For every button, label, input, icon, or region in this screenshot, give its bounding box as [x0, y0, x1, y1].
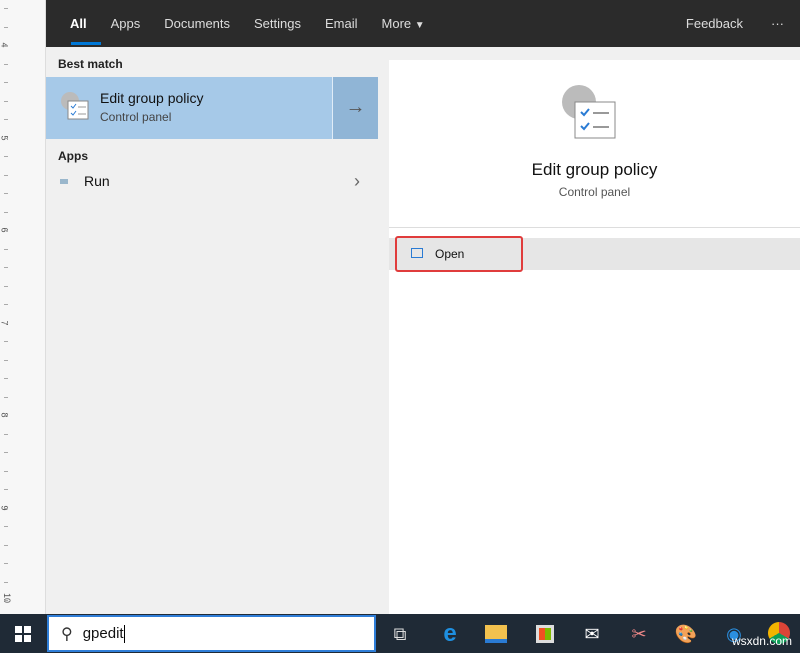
ruler-tick	[4, 397, 8, 398]
group-policy-large-icon	[559, 82, 619, 147]
task-view-icon[interactable]: ⧉	[388, 622, 412, 646]
ruler-tick	[4, 508, 8, 509]
search-value: gpedit	[83, 625, 124, 642]
ruler-tick	[4, 45, 8, 46]
tab-apps[interactable]: Apps	[99, 0, 153, 47]
taskbar-search-input[interactable]: ⚲ gpedit	[47, 615, 376, 652]
apps-heading: Apps	[46, 139, 378, 163]
ruler-tick	[4, 304, 8, 305]
chevron-right-icon[interactable]: ›	[354, 171, 360, 192]
ruler-tick	[4, 341, 8, 342]
run-label: Run	[84, 173, 110, 189]
results-list: Best match Edit group policy Control pane…	[46, 47, 378, 614]
ruler-tick	[4, 489, 8, 490]
best-match-title: Edit group policy	[100, 90, 204, 106]
best-match-subtitle: Control panel	[100, 110, 204, 124]
divider	[389, 227, 800, 228]
ruler-tick	[4, 286, 8, 287]
ruler-tick	[4, 267, 8, 268]
group-policy-icon	[60, 91, 90, 123]
more-options-button[interactable]: ···	[755, 0, 800, 47]
filter-bar: All Apps Documents Settings Email More ▼…	[46, 0, 800, 47]
tab-all[interactable]: All	[58, 0, 99, 47]
ruler-tick	[4, 415, 8, 416]
ruler-tick	[4, 526, 8, 527]
ruler-tick	[4, 156, 8, 157]
snipping-tool-icon[interactable]: ✂	[627, 622, 651, 646]
mail-icon[interactable]: ✉	[580, 622, 604, 646]
ruler-tick	[4, 230, 8, 231]
ruler-tick	[4, 360, 8, 361]
ruler-tick	[4, 582, 8, 583]
open-action-row[interactable]: Open	[389, 238, 800, 270]
tab-more-label: More	[382, 16, 412, 31]
ruler-tick	[4, 212, 8, 213]
ruler-tick	[4, 101, 8, 102]
search-panel: All Apps Documents Settings Email More ▼…	[46, 0, 800, 614]
open-label: Open	[435, 247, 464, 261]
ruler-tick	[4, 323, 8, 324]
detail-subtitle: Control panel	[389, 185, 800, 199]
file-explorer-icon[interactable]	[485, 622, 509, 646]
ruler-tick	[4, 27, 8, 28]
caret-down-icon: ▼	[415, 20, 425, 31]
ruler-number: 10	[2, 593, 12, 603]
run-app-item[interactable]: Run ›	[46, 163, 378, 199]
ruler-tick	[4, 175, 8, 176]
tab-documents[interactable]: Documents	[152, 0, 242, 47]
open-external-icon	[411, 248, 423, 258]
ruler-tick	[4, 563, 8, 564]
run-icon	[60, 179, 68, 184]
tab-email[interactable]: Email	[313, 0, 370, 47]
detail-title: Edit group policy	[389, 160, 800, 180]
ruler-tick	[4, 471, 8, 472]
best-match-item[interactable]: Edit group policy Control panel →	[46, 77, 378, 139]
ruler-tick	[4, 600, 8, 601]
paint-icon[interactable]: 🎨	[674, 622, 698, 646]
ruler-tick	[4, 193, 8, 194]
best-match-heading: Best match	[46, 47, 378, 71]
ruler-tick	[4, 82, 8, 83]
text-cursor	[124, 625, 125, 643]
feedback-button[interactable]: Feedback	[674, 0, 755, 47]
ruler-tick	[4, 249, 8, 250]
windows-start-icon[interactable]	[15, 626, 31, 642]
ruler-tick	[4, 138, 8, 139]
detail-pane: Edit group policy Control panel Open	[389, 60, 800, 614]
ruler-tick	[4, 434, 8, 435]
store-icon[interactable]	[533, 622, 557, 646]
ruler: 4 5 6 7 8 9 10	[0, 0, 46, 614]
search-icon: ⚲	[61, 624, 73, 644]
ruler-tick	[4, 8, 8, 9]
tab-more[interactable]: More ▼	[370, 0, 437, 47]
ruler-tick	[4, 64, 8, 65]
arrow-right-icon[interactable]: →	[332, 77, 378, 139]
ruler-tick	[4, 119, 8, 120]
ruler-tick	[4, 545, 8, 546]
edge-icon[interactable]: e	[438, 622, 462, 646]
watermark: wsxdn.com	[732, 634, 792, 648]
open-button[interactable]: Open	[395, 236, 523, 272]
ruler-tick	[4, 452, 8, 453]
tab-settings[interactable]: Settings	[242, 0, 313, 47]
taskbar: ⚲ gpedit ⧉ e ✉ ✂ 🎨 ◉ wsxdn.com	[0, 614, 800, 653]
ruler-tick	[4, 378, 8, 379]
